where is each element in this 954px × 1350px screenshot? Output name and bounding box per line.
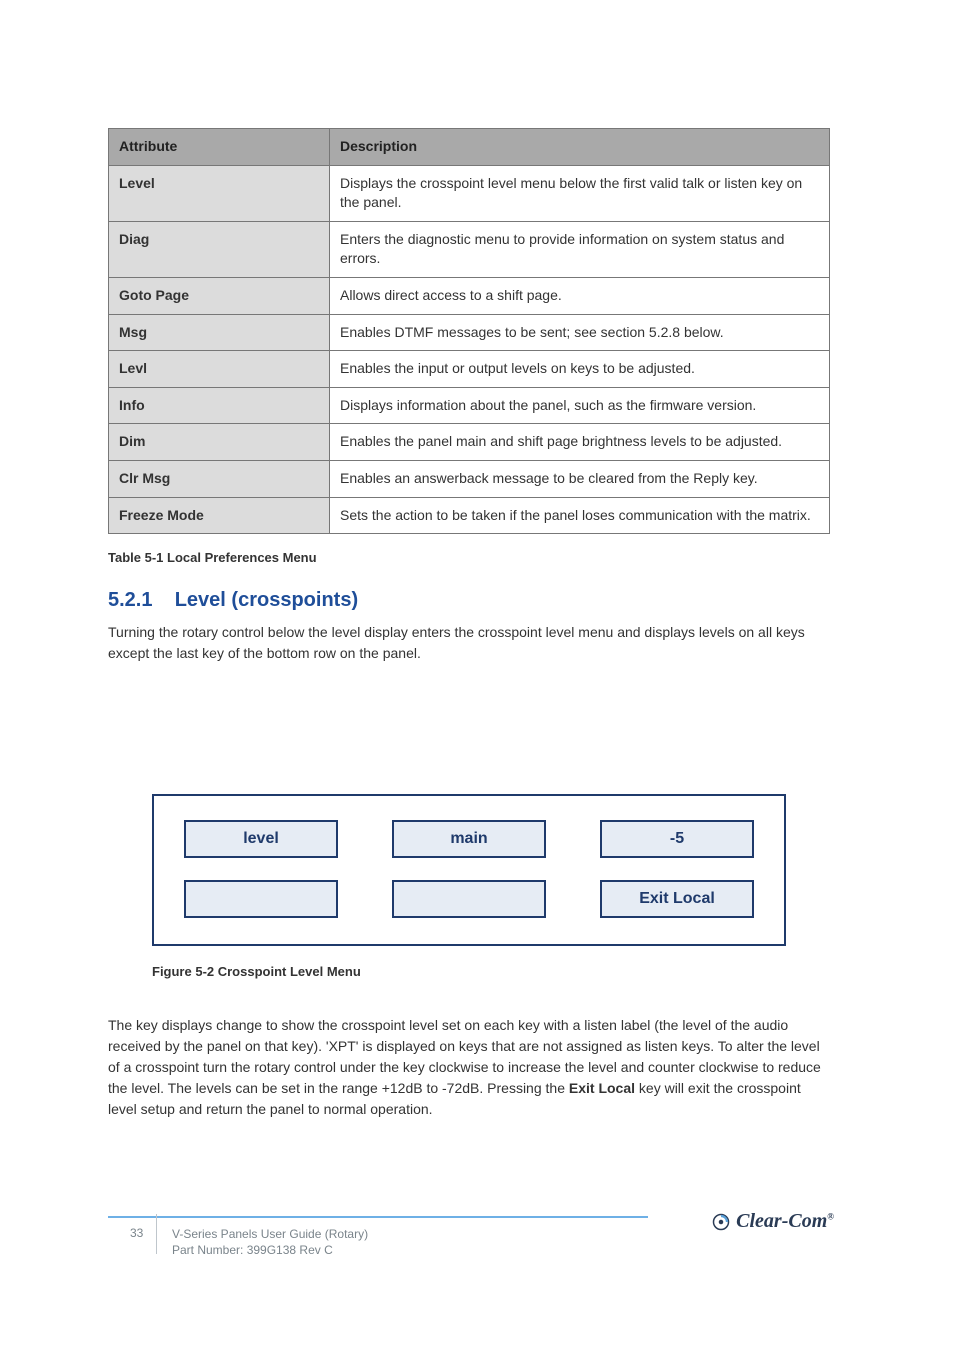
footer-separator (156, 1214, 157, 1254)
attr-label: Goto Page (109, 277, 330, 314)
diagram-cell-blank (184, 880, 338, 918)
section-intro: Turning the rotary control below the lev… (108, 622, 830, 664)
diagram-cell-blank (392, 880, 546, 918)
table-row: Freeze Mode Sets the action to be taken … (109, 497, 830, 534)
diagram-cell-exit-local: Exit Local (600, 880, 754, 918)
attr-label: Level (109, 165, 330, 221)
attr-label: Levl (109, 351, 330, 388)
table-row: Goto Page Allows direct access to a shif… (109, 277, 830, 314)
attr-desc: Enables the input or output levels on ke… (330, 351, 830, 388)
diagram-cell-level: level (184, 820, 338, 858)
footer-title: V-Series Panels User Guide (Rotary) (172, 1226, 368, 1242)
section-body: The key displays change to show the cros… (108, 1015, 830, 1120)
table-row: Levl Enables the input or output levels … (109, 351, 830, 388)
footer-text: V-Series Panels User Guide (Rotary) Part… (172, 1226, 368, 1258)
diagram-cell-main: main (392, 820, 546, 858)
table-row: Dim Enables the panel main and shift pag… (109, 424, 830, 461)
brand-logo: Clear-Com® (712, 1210, 834, 1233)
attr-desc: Enters the diagnostic menu to provide in… (330, 221, 830, 277)
table-caption: Table 5-1 Local Preferences Menu (108, 550, 830, 565)
th-description: Description (330, 129, 830, 166)
brand-icon (712, 1213, 730, 1231)
table-row: Info Displays information about the pane… (109, 387, 830, 424)
table-row: Msg Enables DTMF messages to be sent; se… (109, 314, 830, 351)
attr-label: Info (109, 387, 330, 424)
th-attribute: Attribute (109, 129, 330, 166)
attr-desc: Enables an answerback message to be clea… (330, 460, 830, 497)
attr-desc: Enables the panel main and shift page br… (330, 424, 830, 461)
diagram-cell-value: -5 (600, 820, 754, 858)
brand-name: Clear-Com® (736, 1210, 834, 1233)
attr-desc: Displays information about the panel, su… (330, 387, 830, 424)
attr-desc: Displays the crosspoint level menu below… (330, 165, 830, 221)
attr-label: Freeze Mode (109, 497, 330, 534)
attr-label: Msg (109, 314, 330, 351)
section-heading: 5.2.1 Level (crosspoints) (108, 589, 830, 612)
table-row: Clr Msg Enables an answerback message to… (109, 460, 830, 497)
footer-partno: Part Number: 399G138 Rev C (172, 1242, 368, 1258)
section-name: Level (crosspoints) (175, 589, 358, 611)
footer-rule (108, 1216, 648, 1218)
table-row: Level Displays the crosspoint level menu… (109, 165, 830, 221)
figure-caption: Figure 5-2 Crosspoint Level Menu (152, 964, 786, 979)
section-number: 5.2.1 (108, 589, 152, 611)
attr-desc: Allows direct access to a shift page. (330, 277, 830, 314)
exit-local-inline: Exit Local (569, 1080, 635, 1096)
attr-desc: Sets the action to be taken if the panel… (330, 497, 830, 534)
attr-label: Clr Msg (109, 460, 330, 497)
page-number: 33 (130, 1226, 143, 1240)
attributes-table: Attribute Description Level Displays the… (108, 128, 830, 534)
table-row: Diag Enters the diagnostic menu to provi… (109, 221, 830, 277)
attr-label: Diag (109, 221, 330, 277)
crosspoint-level-diagram: level main -5 Exit Local (152, 794, 786, 946)
attr-label: Dim (109, 424, 330, 461)
attr-desc: Enables DTMF messages to be sent; see se… (330, 314, 830, 351)
